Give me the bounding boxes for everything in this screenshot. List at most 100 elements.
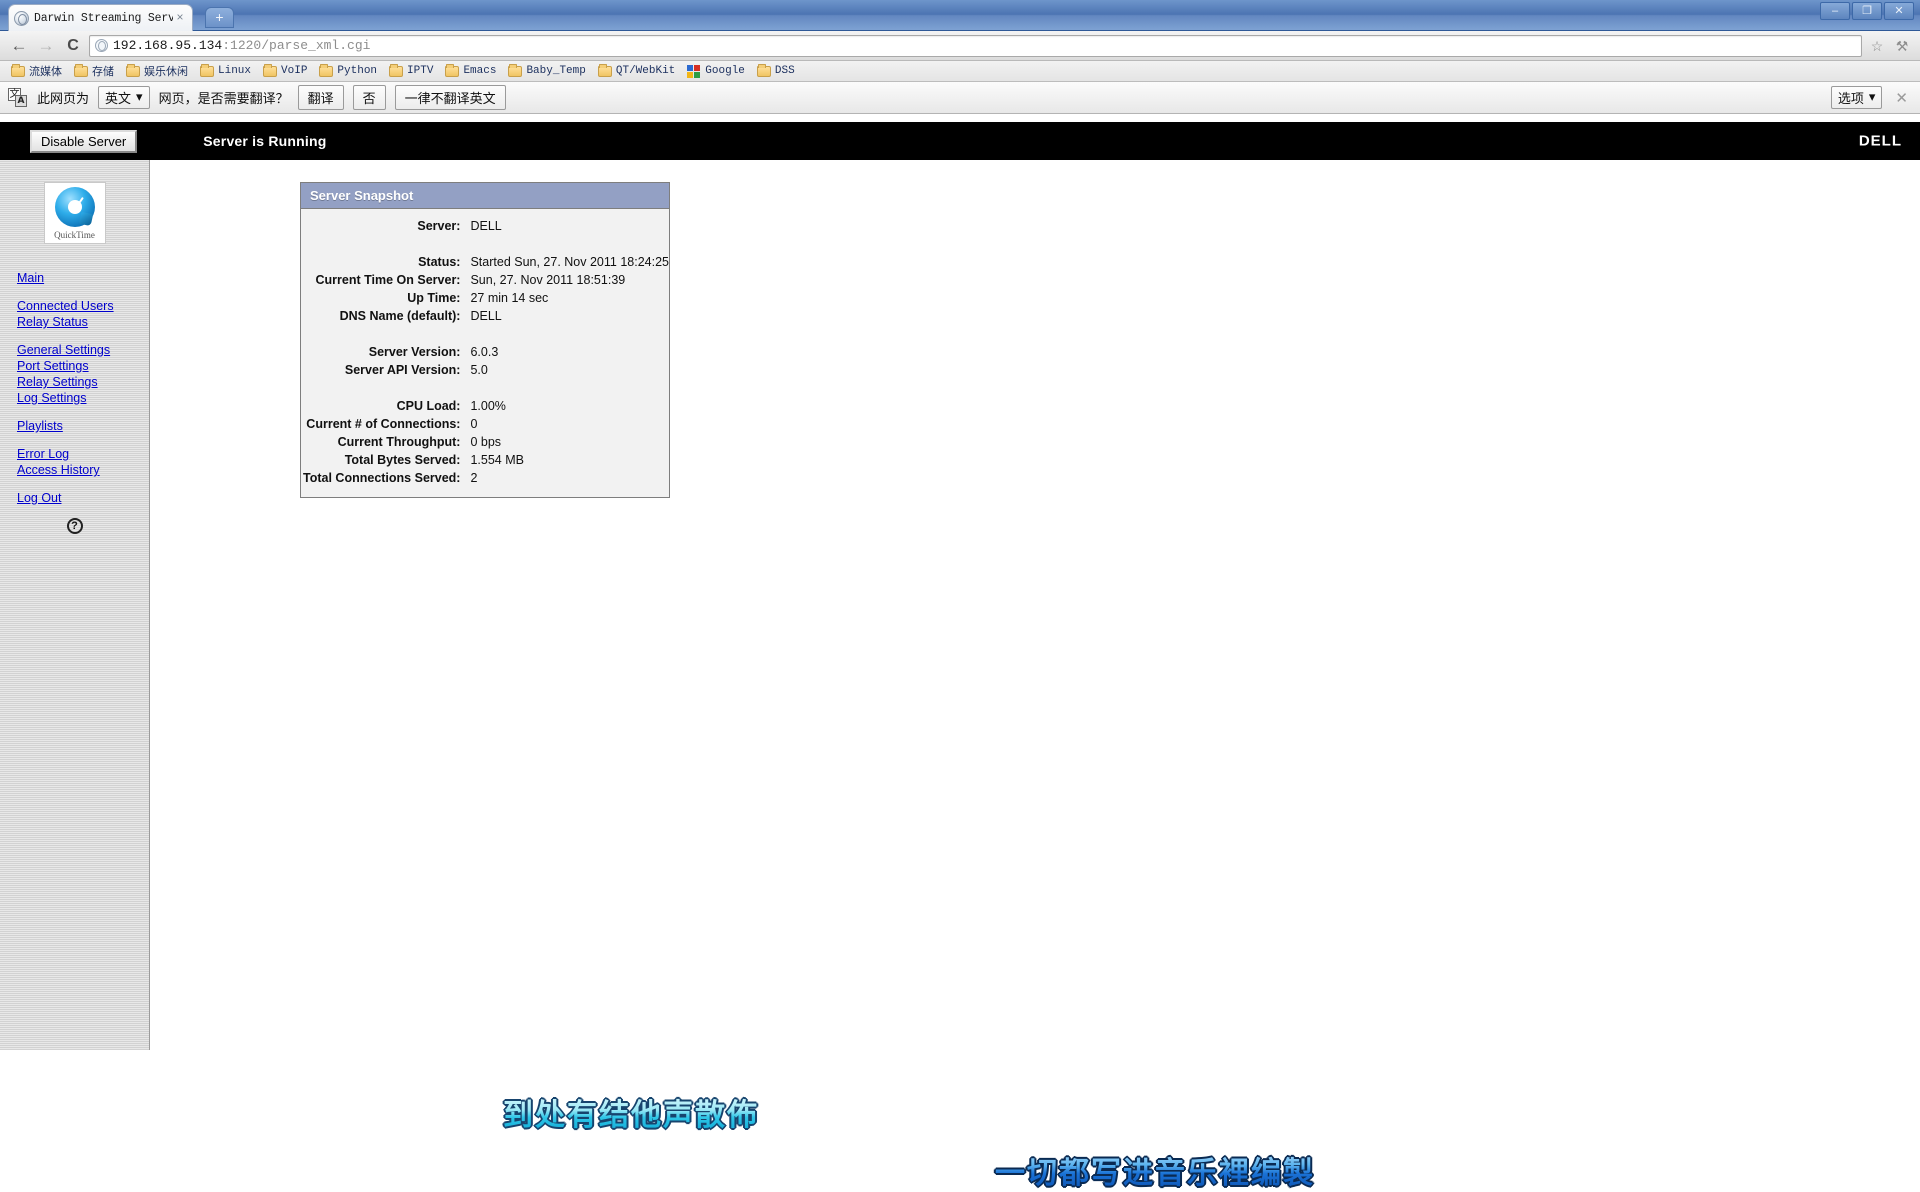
folder-icon xyxy=(200,63,214,77)
folder-icon xyxy=(389,63,404,77)
folder-icon xyxy=(445,63,460,77)
bookmark-item[interactable]: DSS xyxy=(752,63,800,78)
table-row: Server Version: 6.0.3 xyxy=(301,343,669,361)
row-value: 0 xyxy=(470,417,478,431)
bookmark-item[interactable]: Linux xyxy=(195,63,256,78)
never-translate-button[interactable]: 一律不翻译英文 xyxy=(394,85,506,110)
quicktime-logo-label: QuickTime xyxy=(54,229,95,240)
help-icon[interactable]: ? xyxy=(66,518,83,534)
row-value: 27 min 14 sec xyxy=(470,291,549,305)
window-controls: – ❐ ✕ xyxy=(1820,2,1914,20)
maximize-button[interactable]: ❐ xyxy=(1852,2,1882,20)
panel-title: Server Snapshot xyxy=(301,183,669,209)
bookmark-label: Emacs xyxy=(463,65,497,77)
sidebar-group: Error Log Access History xyxy=(17,446,149,478)
row-label: Status: xyxy=(418,255,461,269)
table-row: Total Bytes Served: 1.554 MB xyxy=(301,451,669,469)
chevron-down-icon: ▾ xyxy=(1868,90,1876,105)
bookmark-item[interactable]: IPTV xyxy=(384,63,438,78)
panel-pad xyxy=(301,209,669,217)
sidebar-nav: Main Connected Users Relay Status General S… xyxy=(0,270,149,506)
folder-icon xyxy=(11,63,25,77)
bookmark-star-icon[interactable]: ☆ xyxy=(1867,36,1887,56)
bookmark-item[interactable]: Python xyxy=(314,63,382,78)
row-value: 0 bps xyxy=(470,435,502,449)
browser-tab[interactable]: Darwin Streaming Server: × xyxy=(8,4,193,31)
bookmark-item[interactable]: Google xyxy=(682,64,750,79)
translate-options-button[interactable]: 选项 ▾ xyxy=(1830,86,1883,109)
bookmark-label: Baby_Temp xyxy=(526,65,586,77)
minimize-button[interactable]: – xyxy=(1820,2,1850,20)
bookmark-label: Google xyxy=(705,65,745,77)
row-value: DELL xyxy=(470,309,502,323)
bookmark-item[interactable]: QT/WebKit xyxy=(593,63,680,78)
decline-translate-button[interactable]: 否 xyxy=(352,85,386,110)
row-value: 5.0 xyxy=(470,363,488,377)
folder-icon xyxy=(756,63,771,77)
bookmark-item[interactable]: VoIP xyxy=(258,63,312,78)
disable-server-button[interactable]: Disable Server xyxy=(30,129,138,153)
bookmark-label: QT/WebKit xyxy=(615,65,676,77)
reload-icon[interactable]: C xyxy=(62,35,84,57)
bookmark-label: DSS xyxy=(774,65,795,77)
sidebar-item-port-settings[interactable]: Port Settings xyxy=(17,358,149,374)
bookmark-item[interactable]: Baby_Temp xyxy=(503,63,590,78)
bookmark-item[interactable]: 娱乐休闲 xyxy=(121,62,193,80)
sidebar-item-log-out[interactable]: Log Out xyxy=(17,490,149,506)
sidebar-item-connected-users[interactable]: Connected Users xyxy=(17,298,149,314)
sidebar-item-general-settings[interactable]: General Settings xyxy=(17,342,149,358)
window-close-button[interactable]: ✕ xyxy=(1884,2,1914,20)
server-snapshot-panel: Server Snapshot Server: DELL Status: Starte… xyxy=(300,182,670,498)
sidebar-group: General Settings Port Settings Relay Setti… xyxy=(17,342,149,406)
server-snapshot-table: Server: DELL Status: Started Sun, 27. Nov 2… xyxy=(301,209,669,497)
tab-strip: Darwin Streaming Server: × + – ❐ ✕ xyxy=(0,0,1920,31)
bookmark-item[interactable]: Emacs xyxy=(440,63,501,78)
table-row: Current Throughput: 0 bps xyxy=(301,433,669,451)
table-row: Current Time On Server: Sun, 27. Nov 2011… xyxy=(301,271,669,289)
tab-title: Darwin Streaming Server: xyxy=(34,11,173,25)
address-bar[interactable]: 192.168.95.134:1220/parse_xml.cgi xyxy=(89,34,1862,57)
sidebar-group: Connected Users Relay Status xyxy=(17,298,149,330)
new-tab-button[interactable]: + xyxy=(205,7,234,28)
table-row: CPU Load: 1.00% xyxy=(301,397,669,415)
table-row: Total Connections Served: 2 xyxy=(301,469,669,487)
sidebar-group: Log Out xyxy=(17,490,149,506)
sidebar-group: Playlists xyxy=(17,418,149,434)
chevron-down-icon: ▾ xyxy=(136,90,143,105)
sidebar-item-main[interactable]: Main xyxy=(17,270,149,286)
source-language-value: 英文 xyxy=(105,92,132,107)
sidebar-group: Main xyxy=(17,270,149,286)
subtitle-line-1: 到处有结他声散佈 xyxy=(503,1090,759,1134)
translate-prefix-label: 此网页为 xyxy=(37,92,90,107)
infobar-close-icon[interactable]: ✕ xyxy=(1891,89,1912,107)
sidebar-item-playlists[interactable]: Playlists xyxy=(17,418,149,434)
sidebar-item-relay-status[interactable]: Relay Status xyxy=(17,314,149,330)
bookmark-item[interactable]: 存储 xyxy=(69,62,119,80)
sidebar-item-error-log[interactable]: Error Log xyxy=(17,446,149,462)
quicktime-logo: QuickTime xyxy=(43,182,106,244)
sidebar-item-relay-settings[interactable]: Relay Settings xyxy=(17,374,149,390)
source-language-select[interactable]: 英文 ▾ xyxy=(98,86,150,109)
url-path: :1220/parse_xml.cgi xyxy=(222,38,371,53)
translate-suffix-label: 网页，是否需要翻译？ xyxy=(158,92,289,107)
folder-icon xyxy=(74,63,88,77)
bookmarks-bar: 流媒体 存储 娱乐休闲 Linux VoIP Python IPTV Emacs Baby_Te… xyxy=(0,61,1920,82)
row-label: Current # of Connections: xyxy=(306,417,461,431)
main-column: Server Snapshot Server: DELL Status: Starte… xyxy=(150,160,1920,1191)
close-icon[interactable]: × xyxy=(173,11,187,25)
folder-icon xyxy=(263,63,278,77)
row-label: Up Time: xyxy=(407,291,461,305)
back-icon[interactable]: ← xyxy=(8,35,30,57)
wrench-menu-icon[interactable]: ⚒ xyxy=(1892,36,1912,56)
url-text: 192.168.95.134:1220/parse_xml.cgi xyxy=(113,38,370,53)
bookmark-label: 娱乐休闲 xyxy=(144,65,188,78)
sidebar-item-access-history[interactable]: Access History xyxy=(17,462,149,478)
forward-icon[interactable]: → xyxy=(35,35,57,57)
bookmark-item[interactable]: 流媒体 xyxy=(6,62,67,80)
row-label: Current Time On Server: xyxy=(315,273,461,287)
folder-icon xyxy=(126,63,140,77)
translate-button[interactable]: 翻译 xyxy=(297,85,344,110)
server-status-text: Server is Running xyxy=(203,133,327,149)
sidebar-item-log-settings[interactable]: Log Settings xyxy=(17,390,149,406)
table-row: DNS Name (default): DELL xyxy=(301,307,669,325)
